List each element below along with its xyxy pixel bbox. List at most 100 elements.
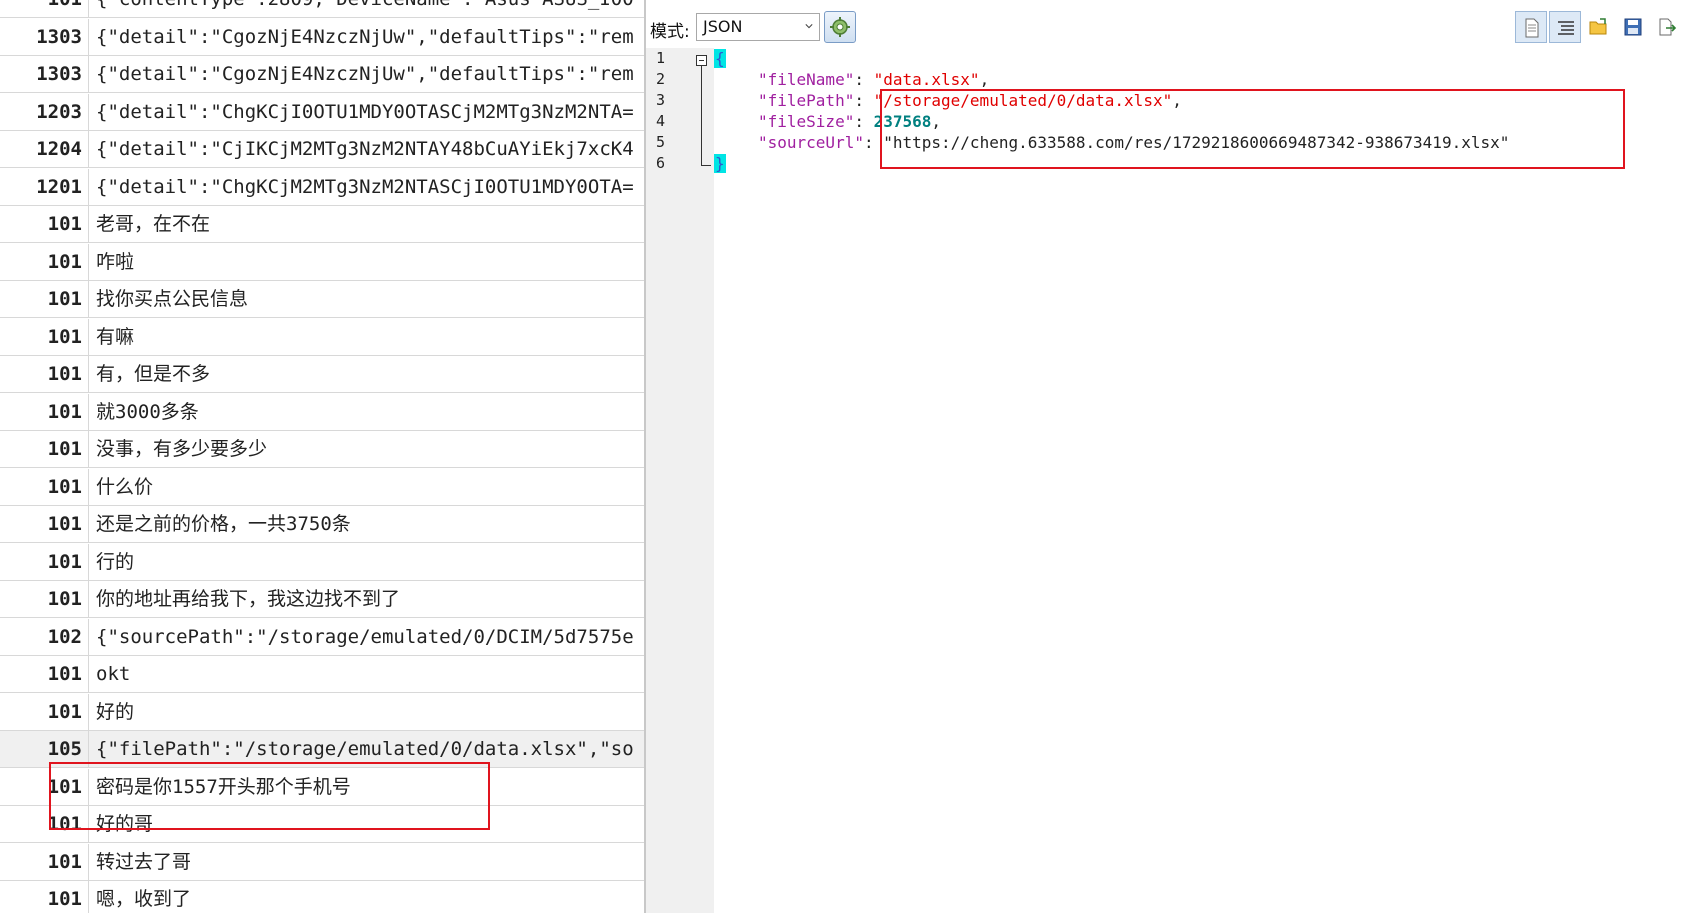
column-separator — [88, 131, 89, 167]
column-separator — [88, 94, 89, 130]
row-type-code: 1201 — [36, 176, 82, 198]
column-separator — [88, 281, 89, 317]
row-type-code: 101 — [47, 851, 82, 873]
export-button[interactable] — [1651, 11, 1683, 43]
table-row[interactable]: 101 {"contentType":2809,"DeviceName":"Asu… — [0, 0, 645, 18]
row-content: {"detail":"CgozNjE4NzczNjUw","defaultTip… — [96, 26, 634, 48]
row-type-code: 101 — [47, 588, 82, 610]
column-separator — [88, 0, 89, 17]
row-content: 没事，有多少要多少 — [96, 438, 268, 460]
row-content: {"detail":"CjIKCjM2MTg3NzM2NTAY48bCuAYiE… — [96, 138, 634, 160]
fold-guide — [701, 66, 702, 166]
line-number: 2 — [656, 70, 666, 88]
mode-select[interactable]: JSON — [696, 13, 820, 41]
table-row[interactable]: 101 找你买点公民信息 — [0, 281, 645, 318]
table-row[interactable]: 101 okt — [0, 656, 645, 693]
close-brace: } — [714, 154, 726, 173]
row-content: {"sourcePath":"/storage/emulated/0/DCIM/… — [96, 626, 634, 648]
open-file-button[interactable] — [1583, 11, 1615, 43]
table-row[interactable]: 102 {"sourcePath":"/storage/emulated/0/DC… — [0, 619, 645, 656]
export-icon — [1659, 18, 1677, 36]
table-row[interactable]: 101 你的地址再给我下，我这边找不到了 — [0, 581, 645, 618]
line-number: 3 — [656, 91, 666, 109]
row-type-code: 101 — [47, 513, 82, 535]
row-content: 就3000多条 — [96, 401, 199, 423]
table-row[interactable]: 1201 {"detail":"ChgKCjM2MTg3NzM2NTASCjI0O… — [0, 169, 645, 206]
row-content: 嗯，收到了 — [96, 888, 192, 910]
column-separator — [88, 619, 89, 655]
format-settings-button[interactable] — [824, 11, 856, 43]
row-type-code: 1303 — [36, 26, 82, 48]
line-number: 4 — [656, 112, 666, 130]
table-row[interactable]: 101 老哥，在不在 — [0, 206, 645, 243]
row-content: 找你买点公民信息 — [96, 288, 249, 310]
text-view-button[interactable] — [1515, 11, 1547, 43]
table-row[interactable]: 101 行的 — [0, 544, 645, 581]
json-key-filename: "fileName" — [758, 70, 855, 89]
mode-select-value: JSON — [703, 17, 743, 36]
row-type-code: 101 — [47, 551, 82, 573]
row-type-code: 101 — [47, 363, 82, 385]
column-separator — [88, 19, 89, 55]
table-row[interactable]: 1204 {"detail":"CjIKCjM2MTg3NzM2NTAY48bCu… — [0, 131, 645, 168]
json-key-filepath: "filePath" — [758, 91, 855, 110]
annotation-box-password — [49, 762, 490, 830]
toolbar-right-icons — [1515, 11, 1685, 43]
code-line-1: { — [714, 48, 726, 69]
table-row[interactable]: 101 有嘛 — [0, 319, 645, 356]
save-button[interactable] — [1617, 11, 1649, 43]
collapse-toggle-icon[interactable] — [696, 55, 707, 66]
annotation-box-json — [880, 89, 1625, 169]
column-separator — [88, 506, 89, 542]
column-separator — [88, 431, 89, 467]
row-type-code: 101 — [0, 0, 84, 17]
list-view-icon — [1558, 21, 1574, 35]
row-content: 什么价 — [96, 476, 154, 498]
document-icon — [1525, 18, 1539, 38]
column-separator — [88, 469, 89, 505]
line-number: 6 — [656, 154, 666, 172]
table-row[interactable]: 101 什么价 — [0, 469, 645, 506]
table-row[interactable]: 101 没事，有多少要多少 — [0, 431, 645, 468]
row-content: 好的 — [96, 701, 135, 723]
line-number: 5 — [656, 133, 666, 151]
row-content: 老哥，在不在 — [96, 213, 211, 235]
column-separator — [88, 319, 89, 355]
column-separator — [88, 169, 89, 205]
column-separator — [88, 544, 89, 580]
code-line-2: "fileName": "data.xlsx", — [758, 70, 990, 89]
table-row[interactable]: 1303 {"detail":"CgozNjE4NzczNjUw","defaul… — [0, 56, 645, 93]
table-row[interactable]: 101 还是之前的价格，一共3750条 — [0, 506, 645, 543]
column-separator — [88, 206, 89, 242]
table-row[interactable]: 1303 {"detail":"CgozNjE4NzczNjUw","defaul… — [0, 19, 645, 56]
table-row[interactable]: 101 嗯，收到了 — [0, 881, 645, 913]
tree-view-button[interactable] — [1549, 11, 1581, 43]
column-separator — [88, 844, 89, 880]
column-separator — [88, 394, 89, 430]
table-row[interactable]: 101 就3000多条 — [0, 394, 645, 431]
table-row[interactable]: 101 好的 — [0, 694, 645, 731]
json-code-area[interactable]: { "fileName": "data.xlsx", "filePath": "… — [714, 48, 1695, 913]
mode-label: 模式: — [650, 22, 690, 42]
row-content: {"detail":"CgozNjE4NzczNjUw","defaultTip… — [96, 63, 634, 85]
row-content: {"detail":"ChgKCjI0OTU1MDY0OTASCjM2MTg3N… — [96, 101, 634, 123]
row-content: 你的地址再给我下，我这边找不到了 — [96, 588, 401, 610]
json-value-filename: "data.xlsx" — [873, 70, 980, 89]
row-type-code: 1303 — [36, 63, 82, 85]
table-row[interactable]: 1203 {"detail":"ChgKCjI0OTU1MDY0OTASCjM2M… — [0, 94, 645, 131]
row-type-code: 1204 — [36, 138, 82, 160]
row-type-code: 1203 — [36, 101, 82, 123]
open-brace: { — [714, 49, 726, 68]
column-separator — [88, 356, 89, 392]
row-type-code: 101 — [47, 288, 82, 310]
line-number-gutter: 1 2 3 4 5 6 — [646, 48, 714, 913]
row-type-code: 101 — [47, 476, 82, 498]
table-row[interactable]: 101 转过去了哥 — [0, 844, 645, 881]
save-icon — [1624, 18, 1642, 36]
table-row[interactable]: 101 有，但是不多 — [0, 356, 645, 393]
row-type-code: 101 — [47, 251, 82, 273]
row-content: 行的 — [96, 551, 135, 573]
column-separator — [88, 56, 89, 92]
open-folder-icon — [1589, 18, 1607, 35]
table-row[interactable]: 101 咋啦 — [0, 244, 645, 281]
